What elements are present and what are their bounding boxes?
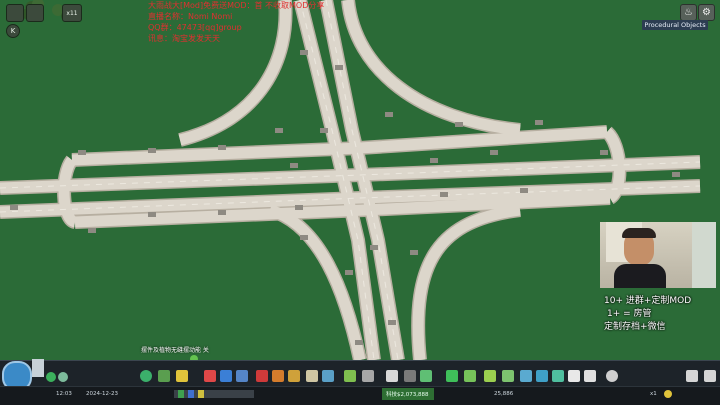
fire-tool-icon[interactable] bbox=[204, 370, 216, 382]
k-label: K bbox=[10, 27, 16, 35]
date-readout: 2024-12-23 bbox=[86, 391, 118, 397]
money-panel: 科技$2,073,888 bbox=[382, 388, 434, 400]
theme-icon[interactable] bbox=[520, 370, 532, 382]
monuments-tool-icon[interactable] bbox=[344, 370, 356, 382]
population-readout: 25,886 bbox=[494, 391, 514, 397]
asset-icon[interactable] bbox=[568, 370, 580, 382]
water-tool-icon[interactable] bbox=[220, 370, 232, 382]
webcam-feed bbox=[600, 222, 716, 288]
stream-text-line-2: 1+ = 房管 bbox=[607, 309, 652, 319]
procedural-objects-label: Procedural Objects bbox=[644, 21, 706, 29]
overlay-line-4: 讯息：淘宝发发天天 bbox=[148, 34, 220, 43]
procedural-objects-button[interactable]: Procedural Objects bbox=[642, 20, 708, 30]
ploppable-icon[interactable] bbox=[552, 370, 564, 382]
move-it-icon[interactable] bbox=[446, 370, 458, 382]
k-button[interactable]: K bbox=[6, 24, 20, 38]
move-camera-icon[interactable] bbox=[686, 370, 698, 382]
stream-text-line-1: 10+ 进群+定制MOD bbox=[604, 296, 692, 306]
parks-tool-icon[interactable] bbox=[322, 370, 334, 382]
health-tool-icon[interactable] bbox=[256, 370, 268, 382]
hand-tool-icon[interactable] bbox=[26, 4, 44, 22]
mod-icon[interactable]: ♨ bbox=[680, 4, 697, 21]
status-toast: 摆件及植物无缝摆动能 关 bbox=[141, 347, 209, 354]
bulldoze-tool-icon[interactable] bbox=[404, 370, 416, 382]
menu-icon[interactable] bbox=[6, 4, 24, 22]
police-tool-icon[interactable] bbox=[272, 370, 284, 382]
roads-tool-icon[interactable] bbox=[140, 370, 152, 382]
chirper-icon[interactable] bbox=[32, 359, 44, 377]
speed-readout: x1 bbox=[650, 391, 657, 397]
speed-button[interactable]: x11 bbox=[62, 4, 82, 22]
stream-overlay-text: 大雨战大[Mod]免费送MOD：首 不收取MOD分享 直播名称：Nomi Nom… bbox=[148, 0, 324, 44]
highway-interchange-scene bbox=[0, 0, 720, 404]
gear-icon[interactable]: ⚙ bbox=[698, 4, 715, 21]
overlay-line-2: 直播名称：Nomi Nomi bbox=[148, 12, 233, 21]
info-views-icon[interactable] bbox=[46, 372, 56, 382]
electricity-tool-icon[interactable] bbox=[236, 370, 248, 382]
resources-tool-icon[interactable] bbox=[420, 370, 432, 382]
demand-meter bbox=[174, 390, 254, 398]
speed-label: x11 bbox=[66, 10, 78, 17]
tree-brush-icon[interactable] bbox=[464, 370, 476, 382]
collapse-icon[interactable] bbox=[704, 370, 716, 382]
stream-text-line-3: 定制存档+微信 bbox=[604, 322, 666, 332]
surface-painter-icon[interactable] bbox=[502, 370, 514, 382]
overlay-line-3: QQ群：47473[qq]group bbox=[148, 23, 242, 32]
money-readout: 科技$2,073,888 bbox=[386, 392, 429, 398]
camera-icon[interactable] bbox=[584, 370, 596, 382]
zone-icon[interactable] bbox=[58, 372, 68, 382]
play-pause-icon[interactable] bbox=[664, 390, 672, 398]
zoning-tool-icon[interactable] bbox=[158, 370, 170, 382]
apple-icon[interactable] bbox=[606, 370, 618, 382]
overlay-line-1: 大雨战大[Mod]免费送MOD：首 不收取MOD分享 bbox=[148, 1, 325, 10]
education-tool-icon[interactable] bbox=[288, 370, 300, 382]
district-tool-icon[interactable] bbox=[176, 370, 188, 382]
wonders-tool-icon[interactable] bbox=[362, 370, 374, 382]
prop-tool-icon[interactable] bbox=[484, 370, 496, 382]
water-brush-icon[interactable] bbox=[536, 370, 548, 382]
time-readout: 12:03 bbox=[56, 391, 72, 397]
transport-tool-icon[interactable] bbox=[306, 370, 318, 382]
landscaping-tool-icon[interactable] bbox=[386, 370, 398, 382]
